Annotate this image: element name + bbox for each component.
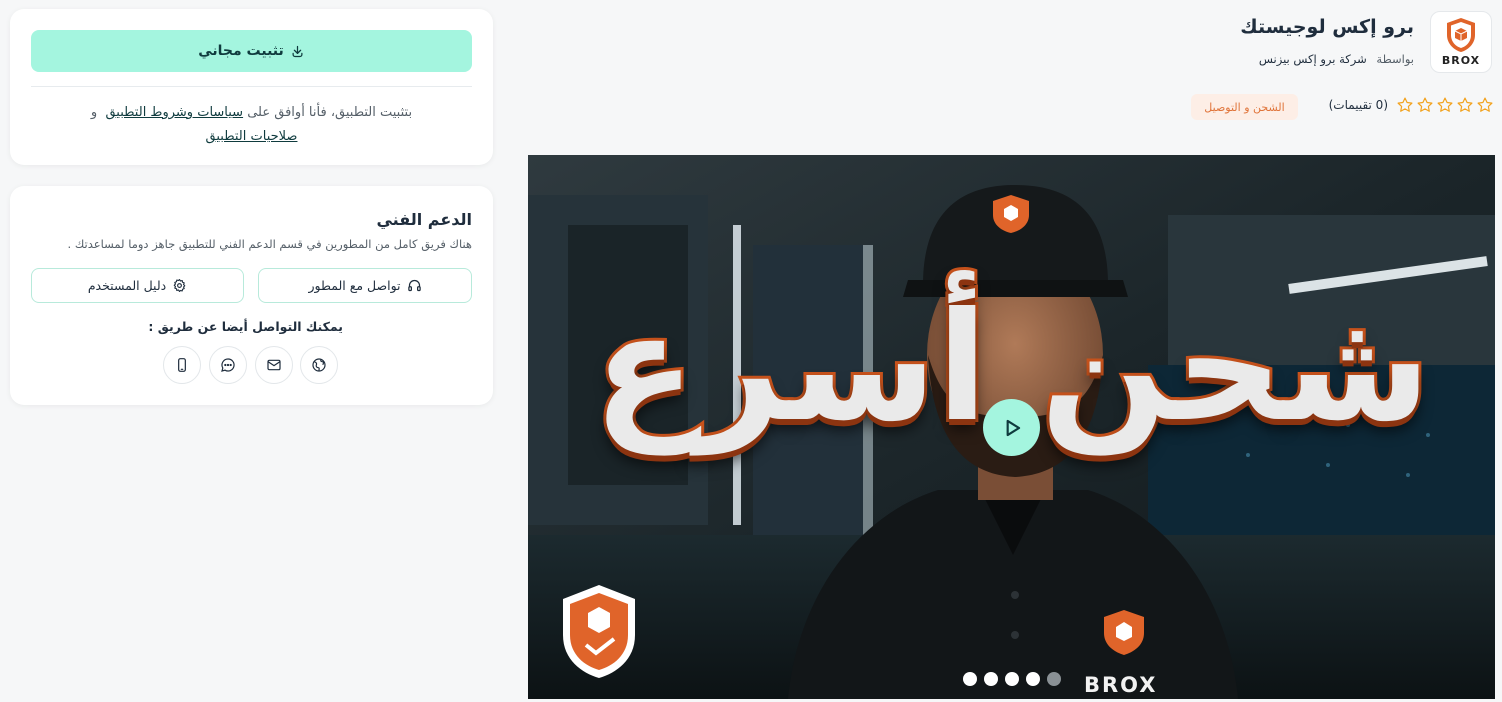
play-video-button[interactable] — [983, 399, 1040, 456]
support-title: الدعم الفني — [376, 210, 472, 229]
website-button[interactable] — [300, 346, 338, 384]
carousel-dot[interactable] — [984, 672, 998, 686]
star-empty-icon — [1476, 96, 1494, 114]
user-guide-button[interactable]: دليل المستخدم — [31, 268, 244, 303]
download-icon — [292, 45, 303, 57]
headset-icon — [407, 279, 421, 292]
play-icon — [1006, 419, 1020, 436]
contact-developer-label: تواصل مع المطور — [308, 278, 401, 293]
install-button[interactable]: تثبيت مجاني — [31, 30, 472, 72]
brox-shield-icon — [1447, 18, 1475, 52]
terms-and: و — [90, 105, 98, 120]
star-empty-icon — [1436, 96, 1454, 114]
permissions-link[interactable]: صلاحيات التطبيق — [206, 129, 298, 144]
email-icon — [267, 359, 281, 371]
star-empty-icon — [1456, 96, 1474, 114]
support-card: الدعم الفني هناك فريق كامل من المطورين ف… — [10, 186, 493, 405]
carousel-dot[interactable] — [1026, 672, 1040, 686]
terms-prefix: بتثبيت التطبيق، فأنا أوافق على — [247, 105, 413, 120]
star-empty-icon — [1396, 96, 1414, 114]
rating-count[interactable]: (0 تقييمات) — [1329, 98, 1388, 112]
carousel-dot[interactable] — [1005, 672, 1019, 686]
developer-name[interactable]: شركة برو إكس بيزنس — [1259, 52, 1367, 66]
website-icon — [312, 358, 326, 372]
divider — [31, 86, 472, 87]
rating: (0 تقييمات) — [1329, 96, 1494, 114]
app-developer: بواسطة شركة برو إكس بيزنس — [1259, 52, 1414, 66]
user-guide-label: دليل المستخدم — [87, 278, 167, 293]
install-button-label: تثبيت مجاني — [198, 43, 284, 59]
carousel-dots — [963, 672, 1061, 686]
category-badge[interactable]: الشحن و التوصيل — [1191, 94, 1298, 120]
by-label: بواسطة — [1376, 52, 1414, 66]
install-terms: بتثبيت التطبيق، فأنا أوافق على سياسات وش… — [40, 101, 463, 149]
app-logo-text: BROX — [1441, 54, 1481, 67]
chat-icon — [221, 358, 235, 372]
carousel-dot-active[interactable] — [1047, 672, 1061, 686]
star-empty-icon — [1416, 96, 1434, 114]
install-card: تثبيت مجاني بتثبيت التطبيق، فأنا أوافق ع… — [10, 9, 493, 165]
email-button[interactable] — [255, 346, 293, 384]
brox-watermark: BROX — [1084, 673, 1158, 697]
also-contact-label: يمكنك التواصل أيضا عن طريق : — [148, 319, 343, 334]
phone-icon — [178, 358, 186, 372]
phone-button[interactable] — [163, 346, 201, 384]
media-carousel[interactable]: شحن أسرع BROX — [528, 155, 1495, 699]
chat-button[interactable] — [209, 346, 247, 384]
gear-icon — [173, 279, 186, 292]
carousel-dot[interactable] — [963, 672, 977, 686]
app-logo: BROX — [1430, 11, 1492, 73]
contact-developer-button[interactable]: تواصل مع المطور — [258, 268, 472, 303]
support-description: هناك فريق كامل من المطورين في قسم الدعم … — [67, 237, 472, 251]
terms-link[interactable]: سياسات وشروط التطبيق — [105, 105, 243, 120]
app-title: برو إكس لوجيستك — [1240, 16, 1414, 38]
